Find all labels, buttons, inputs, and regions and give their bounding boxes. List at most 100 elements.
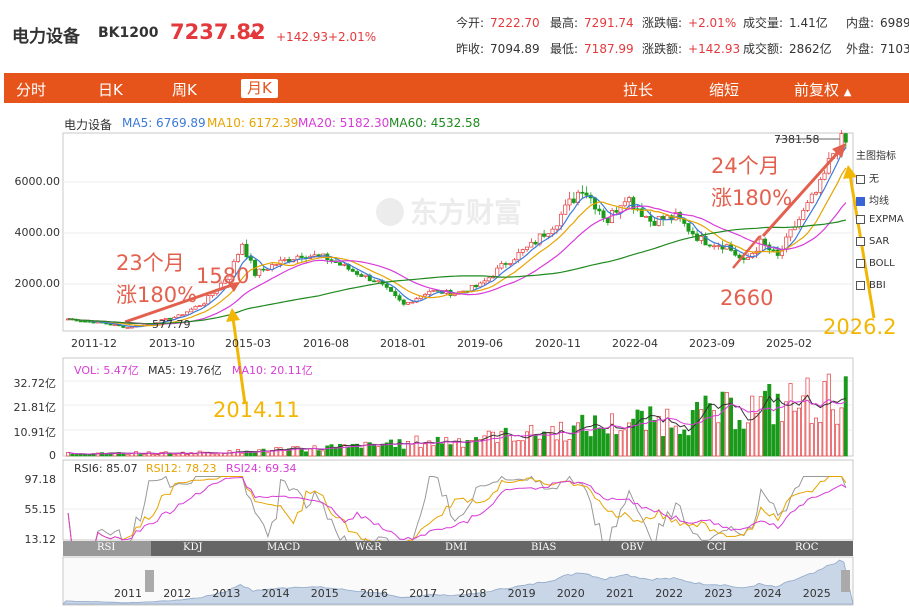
- volume-bar: [605, 433, 610, 457]
- navigator-left-handle[interactable]: [145, 570, 154, 592]
- volume-bar: [584, 431, 589, 457]
- volume-bar: [601, 427, 606, 457]
- candle-body: [529, 241, 534, 248]
- volume-bar: [389, 439, 393, 457]
- candle-body: [712, 245, 717, 248]
- volume-bar: [74, 454, 79, 457]
- candle-body: [690, 230, 695, 235]
- checkbox-icon: [856, 214, 865, 224]
- annotation-right-date: 2026.2: [823, 315, 897, 339]
- candle-body: [372, 280, 376, 283]
- volume-bar: [240, 452, 245, 457]
- volume-bar: [431, 445, 436, 457]
- candle-body: [206, 295, 211, 305]
- navigator-year-label: 2018: [458, 587, 487, 600]
- navigator-year-label: 2019: [507, 587, 536, 600]
- indicator-tab-wr[interactable]: W&R: [355, 542, 382, 553]
- volume-bar: [733, 429, 738, 457]
- indicator-tab-roc[interactable]: ROC: [795, 542, 818, 553]
- x-axis-tick: 2019-06: [457, 337, 503, 350]
- candle-body: [240, 243, 245, 255]
- high-price-mark: 7381.58: [774, 133, 820, 146]
- volume-bar: [274, 447, 279, 457]
- volume-bar: [444, 437, 449, 457]
- volume-bar: [775, 393, 780, 457]
- rsi-axis-tick: 13.12: [24, 533, 57, 546]
- candle-body: [665, 215, 670, 220]
- volume-bar: [376, 446, 381, 457]
- candle-body: [244, 243, 249, 258]
- candle-body: [312, 254, 317, 257]
- volume-bar: [797, 407, 802, 457]
- candle-body: [350, 268, 355, 272]
- volume-bar: [214, 453, 219, 457]
- candle-body: [508, 263, 512, 265]
- candle-body: [818, 179, 823, 193]
- volume-bar: [805, 377, 810, 457]
- volume-axis-tick: 21.81亿: [13, 401, 57, 414]
- indicator-tab-dmi[interactable]: DMI: [445, 542, 467, 553]
- candle-body: [580, 191, 585, 194]
- volume-bar: [138, 454, 143, 457]
- candle-body: [597, 208, 602, 212]
- indicator-option-ma[interactable]: 均线: [856, 192, 889, 207]
- volume-bar: [125, 454, 130, 457]
- indicator-tab-obv[interactable]: OBV: [621, 542, 644, 553]
- candle-body: [108, 323, 113, 326]
- volume-bar: [325, 445, 330, 457]
- indicator-option-expma[interactable]: EXPMA: [856, 214, 904, 225]
- indicator-tab-bias[interactable]: BIAS: [531, 542, 556, 553]
- volume-bar: [265, 452, 270, 457]
- candle-body: [601, 210, 606, 219]
- navigator-right-handle[interactable]: [841, 570, 850, 592]
- volume-bar: [418, 447, 423, 457]
- checkbox-checked-icon: [856, 196, 865, 206]
- indicator-panel-title: 主图指标: [856, 151, 896, 162]
- navigator-year-label: 2014: [261, 587, 290, 600]
- volume-bar: [597, 428, 602, 457]
- volume-bar: [503, 427, 508, 457]
- candle-body: [282, 259, 287, 261]
- volume-bar: [401, 448, 406, 457]
- volume-bar: [788, 383, 793, 457]
- indicator-tab-rsi[interactable]: RSI: [97, 542, 115, 553]
- candle-body: [299, 255, 304, 258]
- candle-body: [707, 244, 712, 247]
- indicator-option-sar[interactable]: SAR: [856, 236, 889, 247]
- candle-body: [563, 204, 568, 215]
- volume-bar: [176, 453, 181, 457]
- volume-bar: [512, 440, 517, 457]
- indicator-option-none[interactable]: 无: [856, 170, 879, 185]
- candle-body: [550, 228, 555, 235]
- volume-bar: [554, 439, 559, 457]
- volume-bar: [758, 396, 763, 457]
- indicator-tab-cci[interactable]: CCI: [707, 542, 726, 553]
- navigator-year-label: 2012: [163, 587, 192, 600]
- volume-bar: [563, 440, 568, 457]
- volume-bar: [435, 436, 440, 457]
- indicator-tab-macd[interactable]: MACD: [267, 542, 300, 553]
- candle-body: [771, 249, 776, 252]
- candle-body: [533, 241, 538, 245]
- volume-bar: [308, 448, 313, 457]
- candle-body: [180, 314, 185, 317]
- volume-bar: [622, 429, 627, 457]
- navigator-year-label: 2023: [704, 587, 733, 600]
- annotation-left-gain: 涨180%: [116, 283, 198, 307]
- indicator-tab-kdj[interactable]: KDJ: [183, 542, 203, 553]
- volume-bar: [537, 438, 542, 457]
- volume-bar: [329, 444, 334, 457]
- indicator-option-bbi[interactable]: BBI: [856, 280, 886, 291]
- volume-bar: [835, 423, 840, 457]
- candle-body: [525, 246, 530, 250]
- volume-bar: [669, 427, 674, 457]
- candle-body: [125, 327, 130, 329]
- indicator-option-boll[interactable]: BOLL: [856, 258, 895, 269]
- volume-bar: [559, 421, 564, 457]
- candle-body: [189, 308, 194, 313]
- candle-body: [520, 249, 525, 253]
- volume-bar: [724, 392, 729, 457]
- annotation-left-period: 23个月: [116, 251, 185, 275]
- rsi-axis-tick: 55.15: [24, 503, 57, 516]
- candle-body: [474, 284, 478, 288]
